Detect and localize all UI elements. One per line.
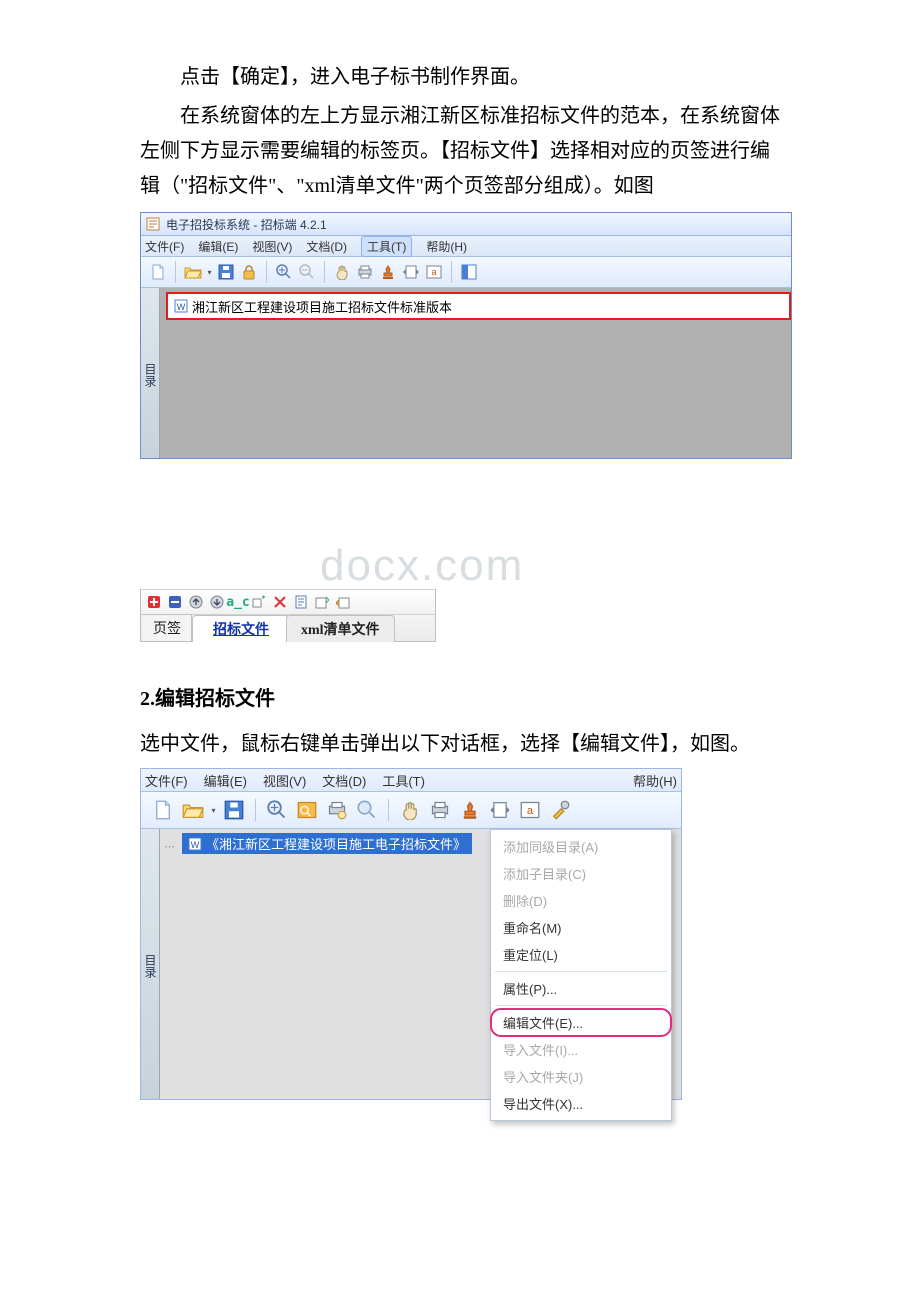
menu2-file[interactable]: 文件(F)	[145, 771, 188, 790]
app-window-screenshot-1: 电子招投标系统 - 招标端 4.2.1 文件(F) 编辑(E) 视图(V) 文档…	[140, 212, 792, 459]
fit-width-icon[interactable]	[400, 261, 422, 283]
print-icon[interactable]	[426, 796, 454, 824]
menu-bar: 文件(F) 编辑(E) 视图(V) 文档(D) 工具(T) 帮助(H)	[141, 236, 791, 257]
tabs-toolbar: a̲c	[141, 589, 435, 615]
tools-icon[interactable]	[546, 796, 574, 824]
paragraph-3: 选中文件，鼠标右键单击弹出以下对话框，选择【编辑文件】，如图。	[140, 727, 780, 762]
title-bar: 电子招投标系统 - 招标端 4.2.1	[141, 213, 791, 236]
menu-help[interactable]: 帮助(H)	[426, 238, 467, 255]
add-icon[interactable]	[145, 593, 163, 611]
menu2-help[interactable]: 帮助(H)	[633, 771, 677, 790]
svg-text:a: a	[527, 805, 534, 817]
move-down-icon[interactable]	[208, 593, 226, 611]
tab-row: 页签 招标文件 xml清单文件	[141, 615, 435, 641]
save-icon[interactable]	[215, 261, 237, 283]
menu-doc[interactable]: 文档(D)	[306, 238, 347, 255]
heading-2: 2.编辑招标文件	[140, 682, 780, 711]
word-doc-icon: W	[188, 837, 202, 851]
client-area-2: 目录 ⋯ W 《湘江新区工程建设项目施工电子招标文件》 添加同级目录(A) 添加…	[141, 829, 681, 1099]
paragraph-1: 点击【确定】，进入电子标书制作界面。	[140, 60, 780, 95]
remove-icon[interactable]	[166, 593, 184, 611]
menu-bar-2: 文件(F) 编辑(E) 视图(V) 文档(D) 工具(T) 帮助(H)	[141, 769, 681, 792]
text-box-icon[interactable]: a	[516, 796, 544, 824]
open-folder-icon[interactable]	[179, 796, 207, 824]
import-icon[interactable]	[313, 593, 331, 611]
hand-icon[interactable]	[396, 796, 424, 824]
text-box-icon[interactable]: a	[423, 261, 445, 283]
ctx-separator	[495, 971, 667, 972]
app-icon	[146, 217, 160, 231]
stamp-icon[interactable]	[377, 261, 399, 283]
menu2-tool[interactable]: 工具(T)	[382, 771, 425, 790]
delete-icon[interactable]	[271, 593, 289, 611]
ctx-delete[interactable]: 删除(D)	[491, 887, 671, 914]
open-dropdown-icon[interactable]: ▾	[205, 261, 214, 283]
client-area: 目录 W 湘江新区工程建设项目施工招标文件标准版本	[141, 288, 791, 458]
zoom-fit-icon[interactable]	[293, 796, 321, 824]
paragraph-2: 在系统窗体的左上方显示湘江新区标准招标文件的范本，在系统窗体左侧下方显示需要编辑…	[140, 99, 780, 204]
tree-connector-icon: ⋯	[164, 840, 175, 853]
svg-text:a: a	[431, 267, 436, 277]
print-icon[interactable]	[354, 261, 376, 283]
context-menu: 添加同级目录(A) 添加子目录(C) 删除(D) 重命名(M) 重定位(L) 属…	[490, 829, 672, 1121]
move-up-icon[interactable]	[187, 593, 205, 611]
svg-text:W: W	[191, 840, 200, 850]
rename-icon[interactable]: a̲c	[229, 593, 247, 611]
stamp-icon[interactable]	[456, 796, 484, 824]
word-doc-icon: W	[174, 299, 188, 313]
fit-width-icon[interactable]	[486, 796, 514, 824]
ctx-properties[interactable]: 属性(P)...	[491, 975, 671, 1002]
ctx-edit-file[interactable]: 编辑文件(E)...	[491, 1009, 671, 1036]
panel-icon[interactable]	[458, 261, 480, 283]
ctx-add-sibling[interactable]: 添加同级目录(A)	[491, 833, 671, 860]
doc-icon[interactable]	[292, 593, 310, 611]
ctx-rename[interactable]: 重命名(M)	[491, 914, 671, 941]
open-dropdown-icon[interactable]: ▾	[209, 799, 218, 821]
toolbar-2: ▾ a	[141, 792, 681, 829]
export-icon[interactable]	[334, 593, 352, 611]
tree-item-highlighted[interactable]: W 湘江新区工程建设项目施工招标文件标准版本	[166, 292, 791, 320]
ctx-add-child[interactable]: 添加子目录(C)	[491, 860, 671, 887]
menu-edit[interactable]: 编辑(E)	[198, 238, 238, 255]
sidebar-tab-contents-2[interactable]: 目录	[141, 829, 160, 1099]
save-icon[interactable]	[220, 796, 248, 824]
open-folder-icon[interactable]	[182, 261, 204, 283]
menu-file[interactable]: 文件(F)	[145, 238, 184, 255]
zoom-in-icon[interactable]	[273, 261, 295, 283]
lock-icon[interactable]	[238, 261, 260, 283]
new-doc-icon[interactable]	[147, 261, 169, 283]
ctx-relocate[interactable]: 重定位(L)	[491, 941, 671, 968]
tabs-panel: a̲c 页签 招标文件 xml清单文件	[140, 589, 436, 642]
tab-zhaobiao[interactable]: 招标文件	[192, 615, 290, 642]
sidebar-tab-contents[interactable]: 目录	[141, 288, 160, 458]
app-window-screenshot-2: 文件(F) 编辑(E) 视图(V) 文档(D) 工具(T) 帮助(H) ▾ a	[140, 768, 682, 1100]
menu2-edit[interactable]: 编辑(E)	[204, 771, 247, 790]
tabs-label: 页签	[143, 614, 192, 641]
tab-xml[interactable]: xml清单文件	[286, 615, 395, 642]
print-preview-icon[interactable]	[323, 796, 351, 824]
svg-text:W: W	[177, 302, 186, 312]
zoom-out-icon[interactable]	[353, 796, 381, 824]
ctx-import-file[interactable]: 导入文件(I)...	[491, 1036, 671, 1063]
tree-item-label: 《湘江新区工程建设项目施工电子招标文件》	[206, 834, 466, 853]
tree-item-selected[interactable]: ⋯ W 《湘江新区工程建设项目施工电子招标文件》	[182, 833, 472, 854]
menu-tool[interactable]: 工具(T)	[361, 236, 412, 257]
menu2-view[interactable]: 视图(V)	[263, 771, 306, 790]
hand-icon[interactable]	[331, 261, 353, 283]
ctx-export-file[interactable]: 导出文件(X)...	[491, 1090, 671, 1117]
new-node-icon[interactable]	[250, 593, 268, 611]
new-doc-icon[interactable]	[149, 796, 177, 824]
ctx-import-folder[interactable]: 导入文件夹(J)	[491, 1063, 671, 1090]
window-title: 电子招投标系统 - 招标端 4.2.1	[166, 216, 327, 233]
tree-item-label: 湘江新区工程建设项目施工招标文件标准版本	[192, 297, 452, 316]
toolbar: ▾ a	[141, 257, 791, 288]
menu2-doc[interactable]: 文档(D)	[322, 771, 366, 790]
zoom-out-icon[interactable]	[296, 261, 318, 283]
menu-view[interactable]: 视图(V)	[252, 238, 292, 255]
zoom-in-icon[interactable]	[263, 796, 291, 824]
ctx-separator	[495, 1005, 667, 1006]
